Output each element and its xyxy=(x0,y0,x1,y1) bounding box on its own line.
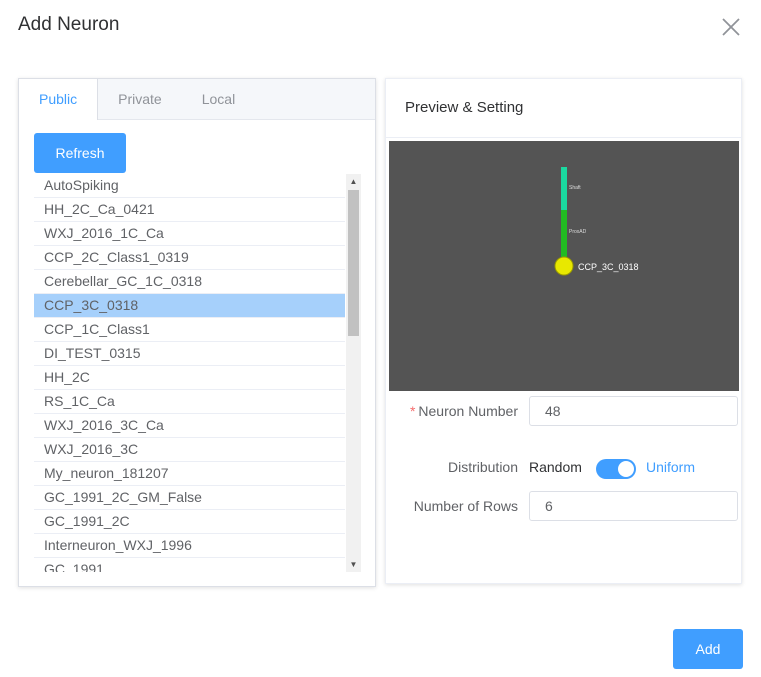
neuron-list-item[interactable]: Interneuron_WXJ_1996 xyxy=(34,534,345,558)
neuron-list-item[interactable]: AutoSpiking xyxy=(34,174,345,198)
scroll-down-icon[interactable]: ▼ xyxy=(346,557,361,572)
segment-shaft xyxy=(561,167,567,210)
segment-proxad-label: ProxAD xyxy=(569,229,587,235)
tab-local[interactable]: Local xyxy=(182,79,255,119)
dialog-title: Add Neuron xyxy=(18,14,120,35)
neuron-list-item[interactable]: CCP_3C_0318 xyxy=(34,294,345,318)
neuron-number-input[interactable] xyxy=(529,396,738,426)
tab-private[interactable]: Private xyxy=(98,79,182,119)
scroll-up-icon[interactable]: ▲ xyxy=(346,174,361,189)
neuron-preview-canvas: Shaft ProxAD CCP_3C_0318 xyxy=(554,167,639,276)
required-mark: * xyxy=(409,403,416,419)
neuron-list-item[interactable]: WXJ_2016_1C_Ca xyxy=(34,222,345,246)
preview-setting-title: Preview & Setting xyxy=(386,79,741,138)
source-tabs: Public Private Local xyxy=(19,79,375,120)
neuron-list-items: AutoSpiking HH_2C_Ca_0421 WXJ_2016_1C_Ca CC… xyxy=(34,174,345,572)
soma-icon xyxy=(554,256,574,276)
distribution-toggle[interactable] xyxy=(596,459,636,479)
rows-input[interactable] xyxy=(529,491,738,521)
neuron-list-item[interactable]: GC_1991 xyxy=(34,558,345,572)
neuron-list[interactable]: AutoSpiking HH_2C_Ca_0421 WXJ_2016_1C_Ca CC… xyxy=(34,174,361,572)
neuron-list-item[interactable]: DI_TEST_0315 xyxy=(34,342,345,366)
close-icon[interactable] xyxy=(720,16,742,38)
neuron-preview-label: CCP_3C_0318 xyxy=(578,262,639,272)
neuron-source-panel: Public Private Local Refresh AutoSpiking… xyxy=(18,78,376,587)
distribution-uniform-label: Uniform xyxy=(646,459,696,475)
neuron-list-item[interactable]: RS_1C_Ca xyxy=(34,390,345,414)
tab-public[interactable]: Public xyxy=(19,79,99,120)
toggle-knob xyxy=(618,461,634,477)
neuron-list-item[interactable]: HH_2C xyxy=(34,366,345,390)
neuron-list-item[interactable]: WXJ_2016_3C xyxy=(34,438,345,462)
neuron-list-item[interactable]: My_neuron_181207 xyxy=(34,462,345,486)
segment-proxad xyxy=(561,210,567,260)
neuron-list-item[interactable]: HH_2C_Ca_0421 xyxy=(34,198,345,222)
neuron-list-item[interactable]: WXJ_2016_3C_Ca xyxy=(34,414,345,438)
distribution-random-label: Random xyxy=(529,459,582,475)
neuron-number-label-text: Neuron Number xyxy=(418,403,518,419)
refresh-button[interactable]: Refresh xyxy=(34,133,126,173)
segment-shaft-label: Shaft xyxy=(569,185,581,191)
add-button[interactable]: Add xyxy=(673,629,743,669)
rows-label: Number of Rows xyxy=(413,498,518,514)
neuron-list-item[interactable]: GC_1991_2C xyxy=(34,510,345,534)
scroll-thumb[interactable] xyxy=(348,190,359,336)
preview-setting-panel: Preview & Setting Shaft ProxAD CCP_3C_03… xyxy=(385,78,742,584)
neuron-list-item[interactable]: CCP_2C_Class1_0319 xyxy=(34,246,345,270)
list-scrollbar[interactable]: ▲ ▼ xyxy=(346,174,361,572)
distribution-label: Distribution xyxy=(447,459,518,475)
neuron-list-item[interactable]: GC_1991_2C_GM_False xyxy=(34,486,345,510)
neuron-list-item[interactable]: CCP_1C_Class1 xyxy=(34,318,345,342)
neuron-preview: Shaft ProxAD CCP_3C_0318 xyxy=(389,141,739,391)
neuron-number-label: * Neuron Number xyxy=(394,403,518,419)
neuron-list-item[interactable]: Cerebellar_GC_1C_0318 xyxy=(34,270,345,294)
